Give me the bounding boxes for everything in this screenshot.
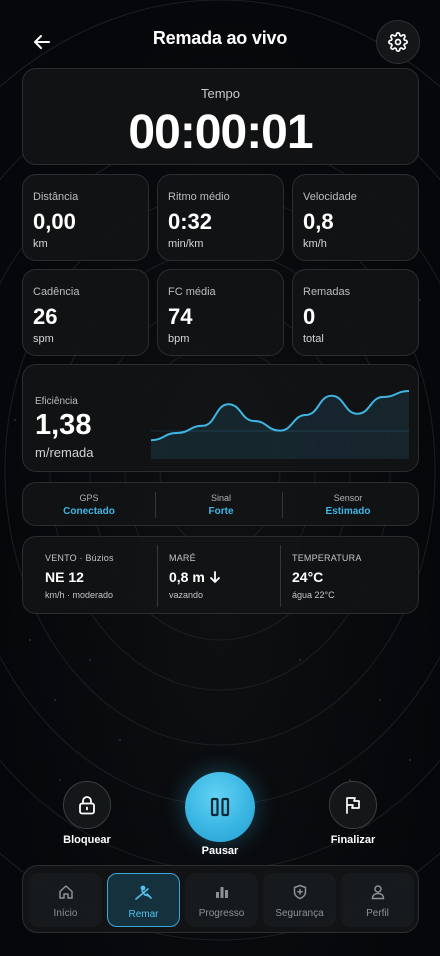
status-value: Forte (208, 506, 234, 517)
arrow-left-icon (34, 35, 50, 49)
efficiency-sparkline-chart (151, 390, 409, 459)
tab-progresso[interactable]: Progresso (185, 873, 258, 927)
metric-cadence-card: Cadência 26 spm (22, 269, 149, 356)
condition-value-text: 0,8 m (169, 569, 205, 585)
flag-icon (346, 797, 360, 814)
condition-value: 0,8 m (169, 569, 221, 585)
tab-remar[interactable]: Remar (107, 873, 180, 927)
metric-label: Ritmo médio (168, 191, 230, 203)
metric-unit: spm (33, 333, 54, 345)
status-value: Estimado (325, 506, 371, 517)
settings-button[interactable] (376, 20, 420, 64)
metric-label: FC média (168, 286, 216, 298)
lock-icon (79, 796, 95, 815)
arrow-down-icon (209, 570, 220, 583)
efficiency-value: 1,38 (35, 409, 92, 441)
metric-value: 0 (303, 304, 316, 329)
metric-value: 74 (168, 304, 193, 329)
condition-label: MARÉ (169, 553, 196, 563)
rowing-icon (134, 885, 152, 900)
tab-label: Progresso (198, 908, 245, 919)
metric-speed-card: Velocidade 0,8 km/h (292, 174, 419, 261)
user-icon (371, 885, 384, 900)
lock-label: Bloquear (63, 834, 111, 846)
metric-strokes-card: Remadas 0 total (292, 269, 419, 356)
tab-label: Remar (128, 909, 159, 920)
pause-button[interactable] (185, 772, 255, 842)
home-icon (58, 885, 73, 899)
status-value: Conectado (63, 506, 115, 517)
status-label: Sensor (333, 493, 363, 503)
metric-value: 0,00 (33, 209, 76, 234)
efficiency-label: Eficiência (35, 396, 78, 407)
shield-plus-icon (293, 884, 306, 900)
timer-value: 00:00:01 (128, 106, 313, 159)
tab-label: Segurança (275, 908, 324, 919)
condition-tide: MARÉ 0,8 m vazando (169, 537, 279, 615)
tab-label: Perfil (366, 908, 389, 919)
condition-label: TEMPERATURA (292, 553, 362, 563)
metric-distance-card: Distância 0,00 km (22, 174, 149, 261)
status-signal: Sinal Forte (155, 483, 287, 527)
metric-unit: total (303, 333, 324, 345)
efficiency-unit: m/remada (35, 445, 94, 460)
metric-label: Cadência (33, 286, 80, 298)
condition-value: NE 12 (45, 569, 84, 585)
metric-unit: min/km (168, 238, 204, 250)
metric-value: 0:32 (168, 209, 213, 234)
status-label: GPS (79, 493, 99, 503)
metric-value: 0,8 (303, 209, 334, 234)
metric-heart-rate-card: FC média 74 bpm (157, 269, 284, 356)
condition-temperature: TEMPERATURA 24°C água 22°C (292, 537, 410, 615)
page-title: Remada ao vivo (152, 28, 288, 48)
connection-status-card: GPS Conectado Sinal Forte Sensor Estimad… (22, 482, 419, 526)
metric-label: Remadas (303, 286, 351, 298)
status-sensor: Sensor Estimado (282, 483, 414, 527)
tab-inicio[interactable]: Início (29, 873, 102, 927)
divider (157, 545, 158, 607)
metric-pace-card: Ritmo médio 0:32 min/km (157, 174, 284, 261)
gear-icon (388, 32, 408, 52)
metric-value: 26 (33, 304, 58, 329)
condition-label: VENTO · Búzios (45, 553, 114, 563)
lock-button[interactable] (63, 781, 111, 829)
condition-sub: água 22°C (292, 590, 335, 600)
chart-area (151, 391, 409, 459)
metric-unit: km/h (303, 238, 327, 250)
condition-sub: vazando (169, 590, 204, 600)
status-gps: GPS Conectado (23, 483, 155, 527)
pause-label: Pausar (201, 845, 239, 857)
finish-button[interactable] (329, 781, 377, 829)
metric-unit: bpm (168, 333, 190, 345)
tab-seguranca[interactable]: Segurança (263, 873, 336, 927)
bar-chart-icon (215, 887, 228, 898)
efficiency-card: Eficiência 1,38 m/remada (22, 364, 419, 472)
condition-sub: km/h · moderado (45, 590, 114, 600)
finish-label: Finalizar (330, 834, 376, 846)
timer-card: Tempo 00:00:01 (22, 68, 419, 165)
conditions-card: VENTO · Búzios NE 12 km/h · moderado MAR… (22, 536, 419, 614)
condition-value: 24°C (292, 569, 323, 585)
metric-unit: km (33, 238, 48, 250)
timer-label: Tempo (200, 86, 241, 101)
tab-perfil[interactable]: Perfil (341, 873, 414, 927)
bottom-tab-bar: Início Remar Progresso Segurança Perfil (22, 865, 419, 933)
divider (280, 545, 281, 607)
back-button[interactable] (20, 20, 64, 64)
condition-value-text: 24°C (292, 569, 324, 585)
metric-label: Velocidade (303, 191, 357, 203)
status-label: Sinal (210, 493, 231, 503)
pause-icon (210, 797, 230, 817)
condition-value-text: NE 12 (45, 569, 84, 585)
condition-wind: VENTO · Búzios NE 12 km/h · moderado (45, 537, 155, 615)
metric-label: Distância (33, 191, 79, 203)
tab-label: Início (53, 908, 78, 919)
